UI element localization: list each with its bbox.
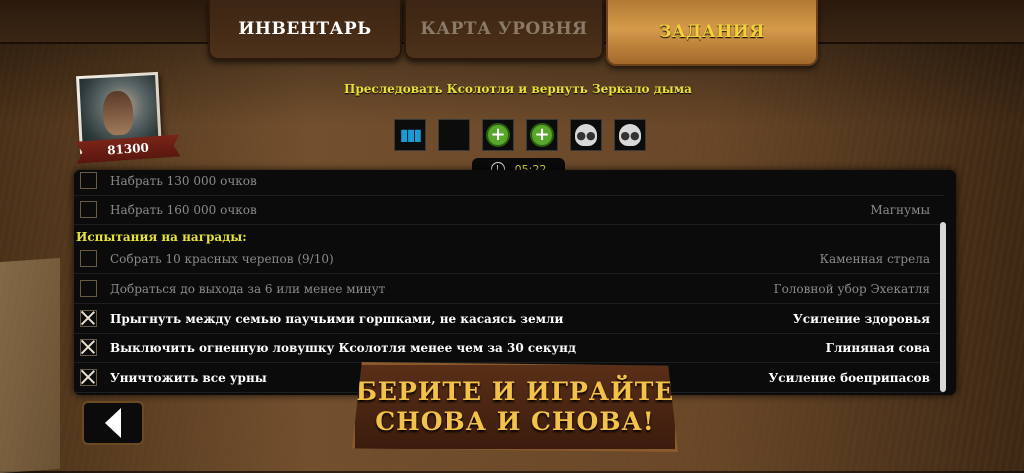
section-title: Испытания на награды: xyxy=(76,230,247,244)
skull-icon: ●● xyxy=(614,119,646,151)
promo-banner: БЕРИТЕ И ИГРАЙТЕ СНОВА И СНОВА! xyxy=(352,362,678,452)
skull-icon: ●● xyxy=(570,119,602,151)
challenge-row: Выключить огненную ловушку Ксолотля мене… xyxy=(74,333,944,363)
paper-scrap-decoration xyxy=(0,257,60,473)
health-plus-icon: + xyxy=(482,119,514,151)
challenge-row: Набрать 130 000 очков xyxy=(74,170,944,196)
challenge-reward: Глиняная сова xyxy=(825,340,930,355)
checkbox xyxy=(80,280,97,297)
tab-level-map[interactable]: КАРТА УРОВНЯ xyxy=(404,0,604,60)
challenge-reward: Головной убор Эхекатля xyxy=(773,281,930,296)
promo-line-1: БЕРИТЕ И ИГРАЙТЕ xyxy=(355,377,675,406)
challenge-label: Прыгнуть между семью паучьими горшками, … xyxy=(110,311,564,326)
challenge-label: Набрать 130 000 очков xyxy=(110,173,257,188)
empty-slot xyxy=(438,119,470,151)
challenge-row: Набрать 160 000 очков Магнумы xyxy=(74,195,944,225)
challenge-reward: Магнумы xyxy=(870,202,930,217)
challenge-row: Добраться до выхода за 6 или менее минут… xyxy=(74,274,944,304)
back-button[interactable] xyxy=(82,401,144,445)
challenge-label: Уничтожить все урны xyxy=(110,370,267,385)
tab-tasks-label: ЗАДАНИЯ xyxy=(659,22,765,42)
promo-line-2: СНОВА И СНОВА! xyxy=(375,407,655,436)
reward-icon-bar: ▮▮▮ + + ●● ●● xyxy=(394,119,646,151)
challenge-reward: Усиление здоровья xyxy=(793,311,930,326)
ammo-icon: ▮▮▮ xyxy=(394,119,426,151)
tab-inventory[interactable]: ИНВЕНТАРЬ xyxy=(208,0,402,60)
checkbox xyxy=(80,201,97,218)
challenge-label: Собрать 10 красных черепов (9/10) xyxy=(110,251,334,266)
challenge-row: Собрать 10 красных черепов (9/10) Каменн… xyxy=(74,244,944,274)
challenge-label: Добраться до выхода за 6 или менее минут xyxy=(110,281,386,296)
challenge-label: Набрать 160 000 очков xyxy=(110,202,257,217)
checkbox-checked xyxy=(80,369,97,386)
scrollbar[interactable] xyxy=(940,222,946,392)
challenge-reward: Каменная стрела xyxy=(819,251,930,266)
health-plus-icon: + xyxy=(526,119,558,151)
checkbox-checked xyxy=(80,310,97,327)
back-arrow-icon xyxy=(105,408,121,438)
challenge-label: Выключить огненную ловушку Ксолотля мене… xyxy=(110,340,576,355)
tab-tasks[interactable]: ЗАДАНИЯ xyxy=(606,0,818,66)
checkbox xyxy=(80,172,97,189)
challenge-row: Прыгнуть между семью паучьими горшками, … xyxy=(74,304,944,334)
mission-objective: Преследовать Ксолотля и вернуть Зеркало … xyxy=(344,82,692,96)
challenge-reward: Усиление боеприпасов xyxy=(768,370,930,385)
checkbox-checked xyxy=(80,339,97,356)
challenges-panel: Набрать 130 000 очков Набрать 160 000 оч… xyxy=(74,170,956,395)
checkbox xyxy=(80,250,97,267)
